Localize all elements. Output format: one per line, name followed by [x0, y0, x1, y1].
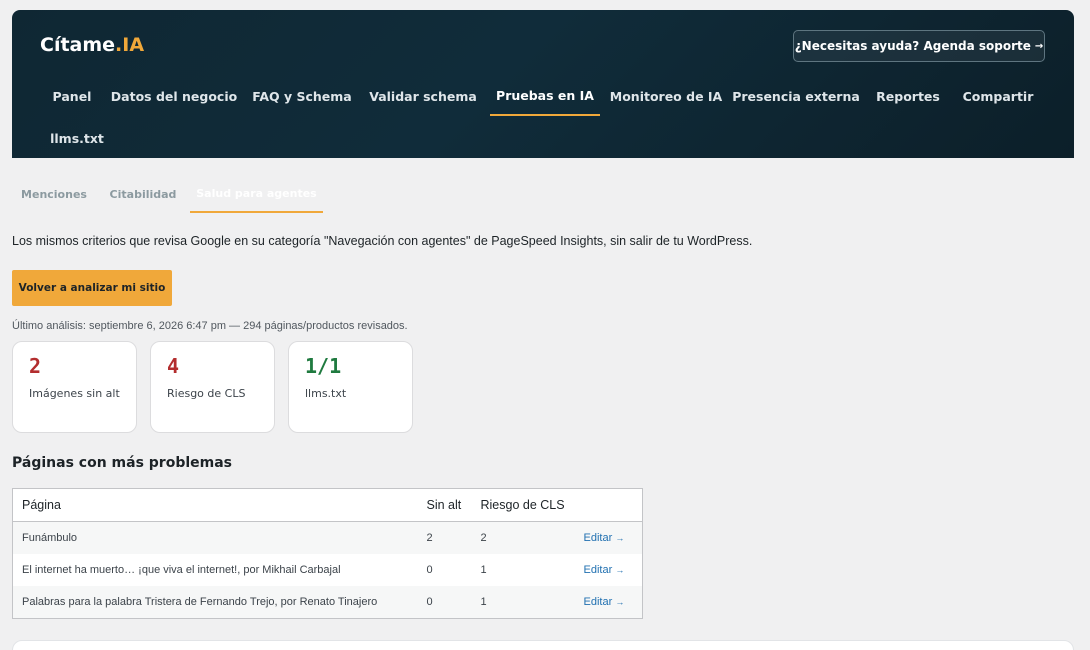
metric-label: Imágenes sin alt	[29, 387, 120, 400]
column-header-cls-risk: Riesgo de CLS	[471, 488, 575, 522]
intro-text: Los mismos criterios que revisa Google e…	[12, 234, 753, 248]
cell-no-alt: 2	[417, 521, 472, 554]
nav-item-datos-negocio[interactable]: Datos del negocio	[111, 76, 237, 116]
column-header-no-alt: Sin alt	[417, 488, 472, 522]
cell-no-alt: 0	[417, 586, 472, 619]
metric-value: 2	[29, 354, 42, 378]
nav-item-reportes[interactable]: Reportes	[870, 76, 946, 116]
metric-card-cls-risk: 4 Riesgo de CLS	[150, 341, 275, 433]
nav-item-compartir[interactable]: Compartir	[956, 76, 1040, 116]
edit-link[interactable]: Editar →	[574, 586, 643, 619]
nav-item-faq-schema[interactable]: FAQ y Schema	[248, 76, 356, 116]
metric-label: llms.txt	[305, 387, 347, 400]
problems-table: Página Sin alt Riesgo de CLS Funámbulo 2…	[12, 488, 643, 619]
edit-link[interactable]: Editar →	[575, 554, 643, 586]
column-header-actions	[574, 488, 643, 522]
metric-value: 1/1	[305, 354, 342, 378]
table-row: El internet ha muerto… ¡que viva el inte…	[13, 554, 643, 586]
subtab-citabilidad[interactable]: Citabilidad	[104, 176, 182, 213]
reanalyze-button[interactable]: Volver a analizar mi sitio	[12, 270, 172, 306]
table-row: Palabras para la palabra Tristera de Fer…	[12, 586, 643, 619]
arrow-right-icon: →	[615, 597, 625, 608]
cell-page: Palabras para la palabra Tristera de Fer…	[12, 586, 418, 619]
metric-label: Riesgo de CLS	[167, 387, 246, 400]
nav-item-llms-txt[interactable]: llms.txt	[42, 118, 112, 158]
nav-item-panel[interactable]: Panel	[42, 76, 102, 116]
main-nav: Panel Datos del negocio FAQ y Schema Val…	[12, 10, 1074, 158]
cell-cls-risk: 1	[471, 586, 575, 619]
top-header: Cítame.IA ¿Necesitas ayuda? Agenda sopor…	[12, 10, 1074, 158]
nav-item-presencia-externa[interactable]: Presencia externa	[732, 76, 860, 116]
cell-page: El internet ha muerto… ¡que viva el inte…	[22, 563, 341, 576]
cell-no-alt: 0	[426, 563, 433, 576]
next-panel	[12, 640, 1074, 650]
subtab-menciones[interactable]: Menciones	[12, 176, 96, 213]
metric-card-images-without-alt: 2 Imágenes sin alt	[12, 341, 137, 433]
nav-item-pruebas-ia[interactable]: Pruebas en IA	[490, 76, 600, 116]
cell-page: Funámbulo	[12, 521, 418, 554]
edit-link[interactable]: Editar →	[574, 521, 643, 554]
section-title: Páginas con más problemas	[12, 455, 233, 471]
arrow-right-icon: →	[615, 564, 625, 575]
cell-cls-risk: 1	[480, 563, 487, 576]
arrow-right-icon: →	[615, 532, 625, 543]
edit-label: Editar	[583, 531, 613, 544]
last-analysis-text: Último análisis: septiembre 6, 2026 6:47…	[12, 320, 408, 332]
column-header-page: Página	[12, 488, 418, 522]
table-header-row: Página Sin alt Riesgo de CLS	[12, 488, 643, 522]
nav-item-validar-schema[interactable]: Validar schema	[366, 76, 480, 116]
nav-item-monitoreo-ia[interactable]: Monitoreo de IA	[610, 76, 722, 116]
edit-label: Editar	[583, 596, 613, 609]
metric-value: 4	[167, 354, 180, 378]
metric-card-llms-txt: 1/1 llms.txt	[288, 341, 413, 433]
edit-label: Editar	[583, 563, 613, 576]
table-row: Funámbulo 2 2 Editar →	[12, 521, 643, 554]
cell-cls-risk: 2	[471, 521, 575, 554]
subtab-salud-agentes[interactable]: Salud para agentes	[190, 176, 323, 213]
